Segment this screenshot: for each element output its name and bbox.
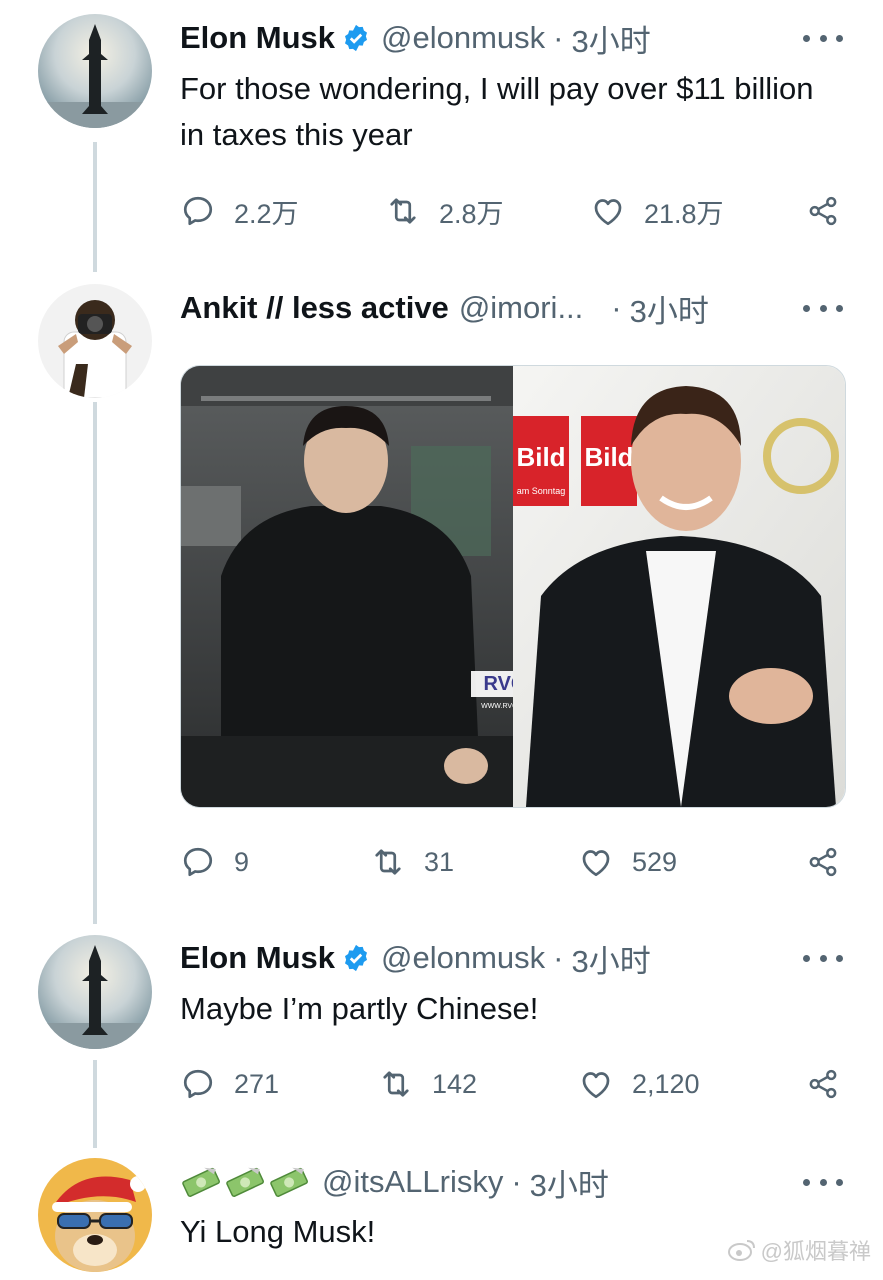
reply-button[interactable]: 9	[180, 842, 249, 882]
reply-button[interactable]: 2.2万	[180, 191, 299, 231]
avatar-elonmusk[interactable]	[38, 14, 152, 128]
reply-count: 2.2万	[234, 198, 299, 229]
thread-line	[93, 1060, 97, 1148]
like-count: 2,120	[632, 1068, 700, 1099]
separator: ·	[553, 940, 564, 975]
heart-icon	[582, 1072, 610, 1099]
like-button[interactable]: 2,120	[578, 1064, 700, 1104]
money-icon	[226, 1167, 264, 1197]
retweet-count: 2.8万	[439, 198, 504, 229]
reply-button[interactable]: 271	[180, 1064, 279, 1104]
user-handle[interactable]: @elonmusk	[381, 940, 545, 976]
sign-sub-text: am Sonntag	[517, 486, 566, 496]
sign-text-2: Bild	[584, 442, 633, 472]
reply-icon	[183, 196, 213, 226]
like-count: 21.8万	[644, 198, 724, 229]
watermark-text: @狐烟暮禅	[760, 1239, 871, 1264]
sign-text: Bild	[516, 442, 565, 472]
tweet-actions: 271 142 2,120	[180, 1064, 845, 1104]
share-icon	[809, 1069, 837, 1099]
share-button[interactable]	[805, 842, 841, 882]
like-count: 529	[632, 846, 678, 877]
watermark: @狐烟暮禅	[727, 1234, 871, 1266]
money-icon	[270, 1167, 308, 1197]
retweet-icon	[390, 198, 416, 224]
like-button[interactable]: 21.8万	[590, 191, 724, 231]
timestamp[interactable]: 3小时	[530, 1160, 609, 1205]
display-name[interactable]: Elon Musk	[180, 20, 335, 56]
display-name[interactable]: Elon Musk	[180, 940, 335, 976]
separator: ·	[553, 20, 564, 55]
retweet-icon	[383, 1071, 409, 1097]
tweet-header: Elon Musk @elonmusk · 3小时	[180, 16, 651, 60]
display-name[interactable]: Ankit // less active	[180, 290, 449, 326]
tweet-actions: 9 31 529	[180, 842, 845, 882]
tweet-media-image[interactable]: RVCJ WWW.RVCJ.COM Bild am Sonntag Bild	[180, 365, 846, 808]
reply-count: 9	[234, 846, 250, 877]
thread-line	[93, 142, 97, 272]
avatar-elonmusk[interactable]	[38, 935, 152, 1049]
reply-icon	[183, 847, 213, 877]
avatar-imori[interactable]	[38, 284, 152, 398]
share-button[interactable]	[805, 191, 841, 231]
thread-line	[93, 402, 97, 924]
retweet-icon	[375, 849, 401, 875]
money-icon	[182, 1167, 220, 1197]
user-handle[interactable]: @elonmusk	[381, 20, 545, 56]
tweet-actions: 2.2万 2.8万 21.8万	[180, 191, 845, 231]
tweet-text: Maybe I’m partly Chinese!	[180, 991, 539, 1026]
user-handle[interactable]: @itsALLrisky	[322, 1164, 503, 1200]
separator: ·	[511, 1164, 522, 1199]
reply-icon	[183, 1069, 213, 1099]
more-options-icon[interactable]	[803, 28, 843, 48]
retweet-button[interactable]: 142	[378, 1064, 477, 1104]
user-handle[interactable]: @imori...	[459, 290, 583, 326]
heart-icon	[594, 199, 622, 226]
weibo-logo-icon	[727, 1240, 755, 1261]
tweet-text: For those wondering, I will pay over $11…	[180, 71, 814, 152]
share-button[interactable]	[805, 1064, 841, 1104]
timestamp[interactable]: 3小时	[630, 286, 709, 331]
reply-count: 271	[234, 1068, 280, 1099]
heart-icon	[582, 850, 610, 877]
verified-badge-icon	[345, 944, 368, 972]
tweet-header: Ankit // less active @imori... · 3小时	[180, 286, 709, 330]
verified-badge-icon	[345, 24, 368, 52]
more-options-icon[interactable]	[803, 1172, 843, 1192]
separator: ·	[611, 290, 622, 325]
retweet-button[interactable]: 31	[370, 842, 454, 882]
share-icon	[809, 196, 837, 226]
tweet-header: @itsALLrisky · 3小时	[180, 1160, 609, 1204]
retweet-count: 142	[432, 1068, 478, 1099]
tweet-header: Elon Musk @elonmusk · 3小时	[180, 936, 651, 980]
timestamp[interactable]: 3小时	[572, 936, 651, 981]
retweet-count: 31	[424, 846, 455, 877]
more-options-icon[interactable]	[803, 298, 843, 318]
more-options-icon[interactable]	[803, 948, 843, 968]
like-button[interactable]: 529	[578, 842, 677, 882]
display-name-emoji[interactable]	[180, 1166, 312, 1198]
timestamp[interactable]: 3小时	[572, 16, 651, 61]
avatar-itsallrisky[interactable]	[38, 1158, 152, 1272]
retweet-button[interactable]: 2.8万	[385, 191, 504, 231]
share-icon	[809, 847, 837, 877]
